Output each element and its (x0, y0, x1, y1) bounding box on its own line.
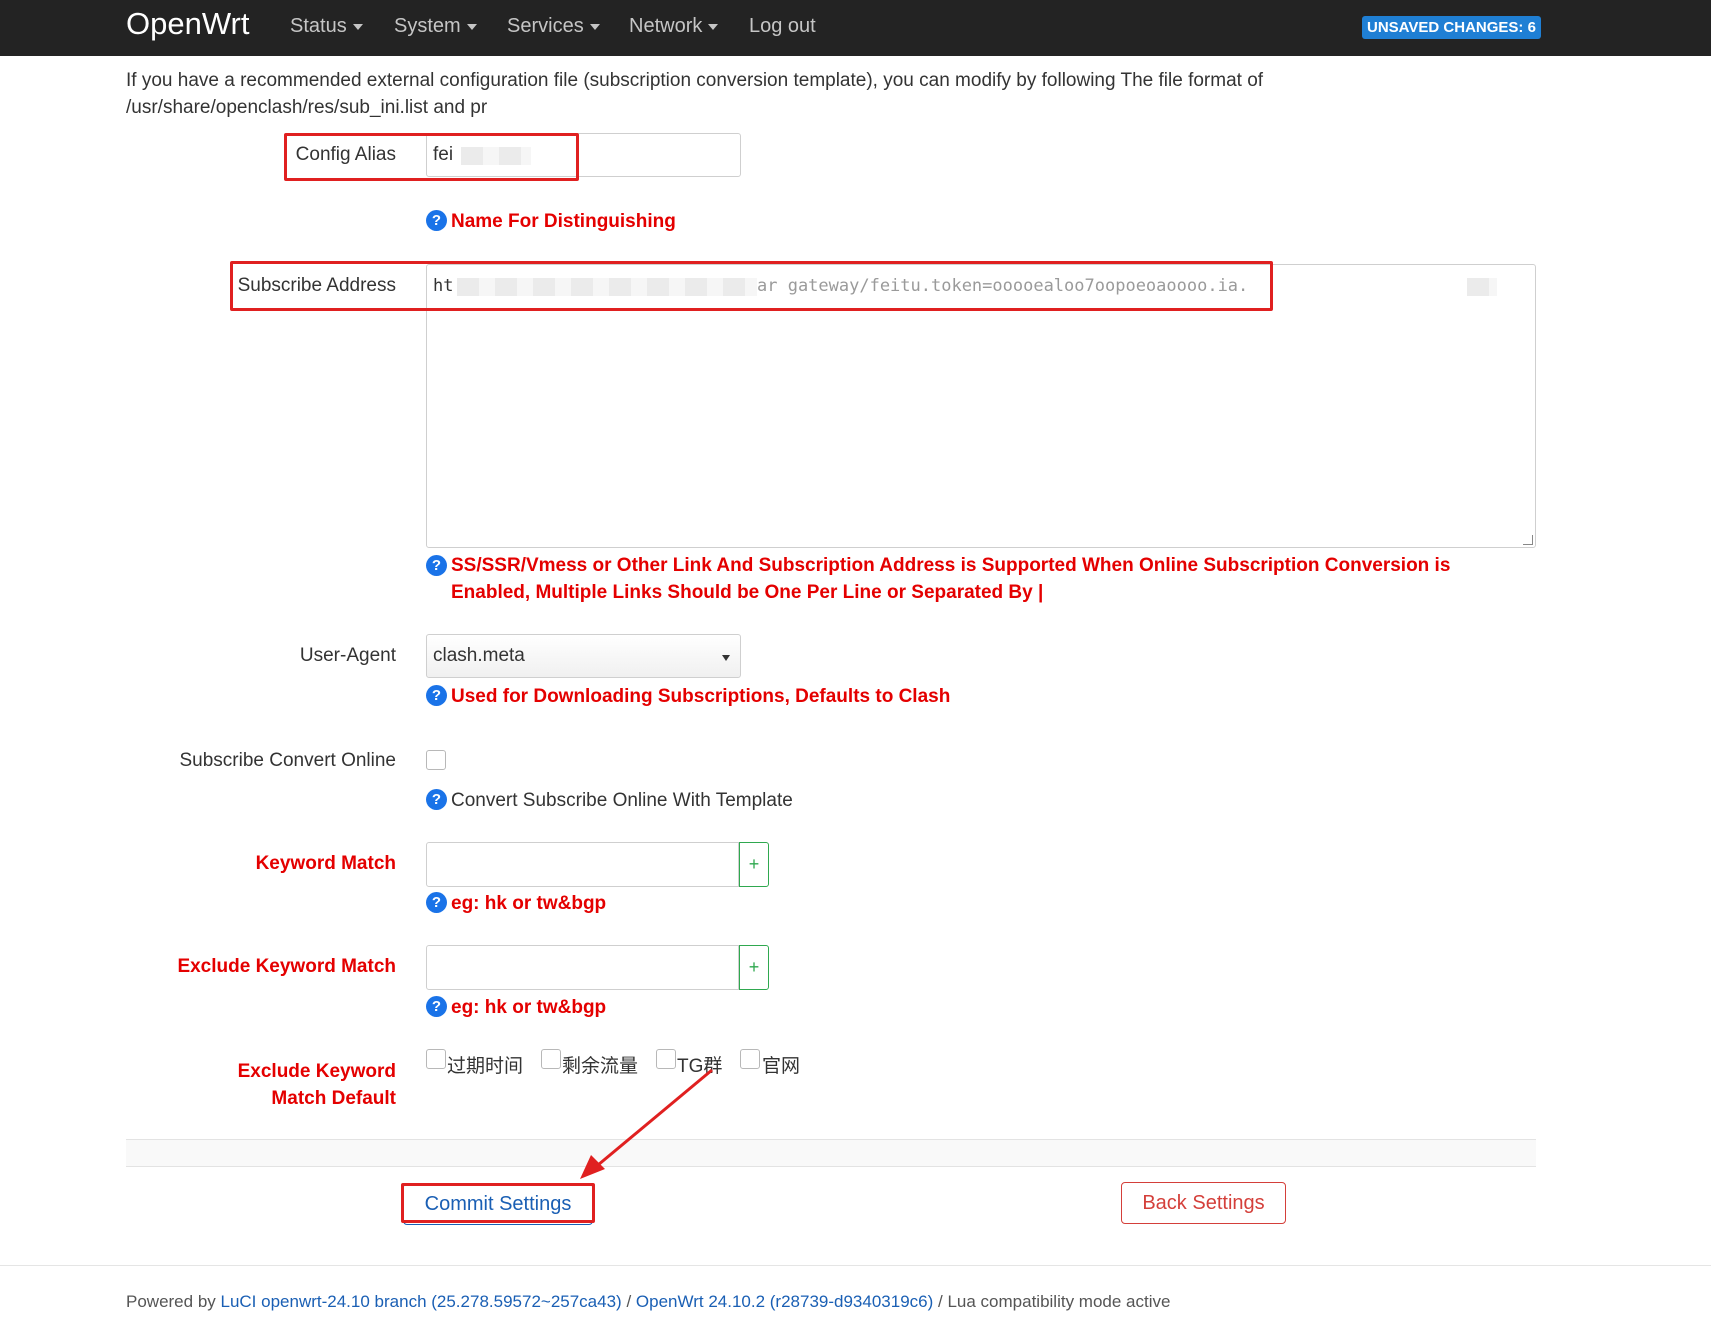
user-agent-select[interactable]: clash.meta (426, 634, 741, 678)
annotation-arrow-line (591, 1068, 713, 1172)
footer-luci-link[interactable]: LuCI openwrt-24.10 branch (25.278.59572~… (221, 1292, 622, 1311)
nav-system[interactable]: System (394, 15, 477, 38)
exclude-option-label: 官网 (762, 1056, 801, 1077)
annotation-arrow (580, 1068, 713, 1179)
exclude-option-checkbox[interactable] (541, 1049, 561, 1069)
footer-openwrt-link[interactable]: OpenWrt 24.10.2 (r28739-d9340319c6) (636, 1292, 933, 1311)
back-settings-button[interactable]: Back Settings (1121, 1182, 1286, 1224)
chevron-down-icon (722, 655, 730, 661)
keyword-match-help: eg: hk or tw&bgp (451, 893, 607, 914)
subscribe-convert-online-help: Convert Subscribe Online With Template (451, 790, 793, 811)
user-agent-value: clash.meta (433, 645, 525, 666)
exclude-option-checkbox[interactable] (740, 1049, 760, 1069)
intro-text: If you have a recommended external confi… (126, 70, 1264, 118)
help-icon: ? (426, 210, 447, 231)
user-agent-help: Used for Downloading Subscriptions, Defa… (451, 686, 951, 707)
resize-handle-icon[interactable] (1523, 535, 1533, 545)
footer: Powered by LuCI openwrt-24.10 branch (25… (126, 1292, 1170, 1312)
exclude-keyword-match-input[interactable] (426, 945, 739, 990)
subscribe-address-help: SS/SSR/Vmess or Other Link And Subscript… (451, 555, 1451, 603)
chevron-down-icon (589, 23, 600, 30)
help-icon: ? (426, 789, 447, 810)
footer-separator: / (621, 1292, 636, 1311)
help-icon: ? (426, 555, 447, 576)
nav-network[interactable]: Network (629, 15, 719, 38)
annotation-box (284, 133, 579, 181)
exclude-keyword-match-add-button[interactable]: + (739, 945, 769, 990)
arrow-head-icon (580, 1155, 605, 1179)
redaction-blur (1467, 278, 1497, 296)
keyword-match-label: Keyword Match (255, 853, 396, 874)
chevron-down-icon (352, 23, 363, 30)
footer-divider (0, 1265, 1711, 1266)
chevron-down-icon (708, 23, 719, 30)
keyword-match-add-button[interactable]: + (739, 842, 769, 887)
nav-services[interactable]: Services (507, 15, 600, 38)
unsaved-changes-badge[interactable]: UNSAVED CHANGES: 6 (1362, 16, 1541, 39)
subscribe-convert-online-label: Subscribe Convert Online (179, 750, 397, 771)
nav-logout[interactable]: Log out (749, 15, 816, 38)
help-icon: ? (426, 892, 447, 913)
annotation-box (401, 1183, 595, 1223)
config-alias-help: Name For Distinguishing (451, 211, 676, 232)
chevron-down-icon (466, 23, 477, 30)
footer-suffix: Lua compatibility mode active (947, 1292, 1171, 1311)
annotation-box (230, 261, 1273, 311)
nav-status[interactable]: Status (290, 15, 363, 38)
exclude-keyword-match-default-label: Exclude Keyword Match Default (237, 1061, 396, 1109)
user-agent-label: User-Agent (299, 645, 396, 666)
subscribe-convert-online-checkbox[interactable] (426, 750, 446, 770)
brand-logo[interactable]: OpenWrt (126, 6, 249, 42)
help-icon: ? (426, 685, 447, 706)
exclude-keyword-match-label: Exclude Keyword Match (177, 956, 396, 977)
exclude-option-label: 过期时间 (447, 1056, 524, 1077)
keyword-match-input[interactable] (426, 842, 739, 887)
exclude-option-checkbox[interactable] (426, 1049, 446, 1069)
exclude-keyword-match-help: eg: hk or tw&bgp (451, 997, 607, 1018)
footer-prefix: Powered by (126, 1292, 221, 1311)
help-icon: ? (426, 996, 447, 1017)
top-navbar: OpenWrt Status System Services Network L… (0, 0, 1711, 56)
footer-separator: / (933, 1292, 948, 1311)
form-actions-divider (126, 1139, 1536, 1167)
